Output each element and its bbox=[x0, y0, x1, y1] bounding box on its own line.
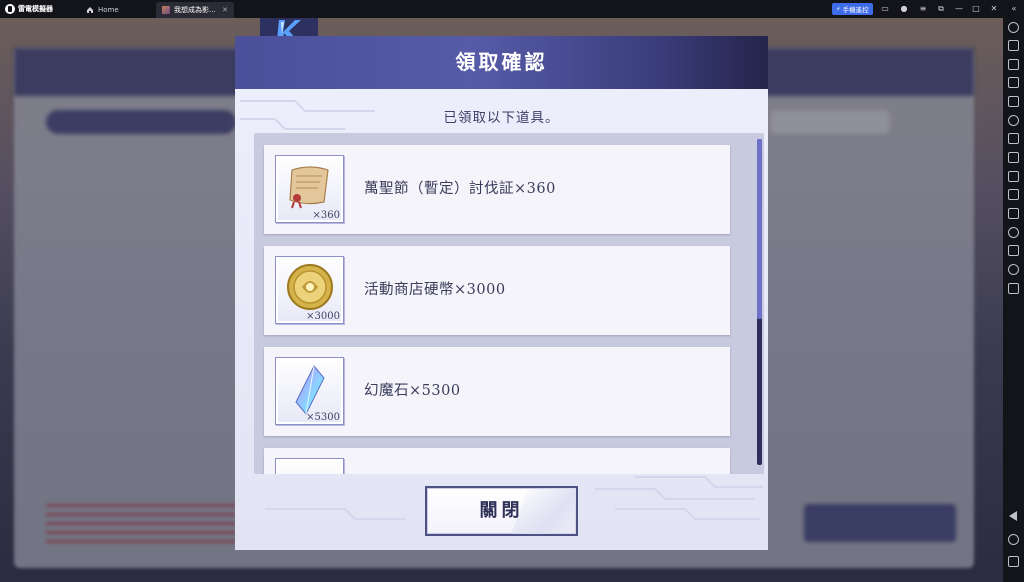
volume-down-icon[interactable] bbox=[1008, 77, 1019, 88]
reward-icon-frame bbox=[275, 458, 344, 474]
location-icon[interactable] bbox=[1008, 264, 1019, 275]
volume-up-icon[interactable] bbox=[1008, 59, 1019, 70]
reward-icon-frame: ×5300 bbox=[275, 357, 344, 425]
shake-icon[interactable] bbox=[1008, 283, 1019, 294]
emulator-titlebar: 雷電模擬器 Home 我想成為影... ✕ ⚡ 手機遙控 ▭ ● ≡ ⧉ — □… bbox=[0, 0, 1024, 18]
coin-icon bbox=[287, 264, 333, 310]
record-icon[interactable] bbox=[1008, 189, 1019, 200]
game-thumbnail-icon bbox=[162, 6, 170, 14]
scrollbar[interactable] bbox=[757, 139, 762, 465]
account-icon[interactable]: ● bbox=[899, 4, 909, 14]
close-button[interactable]: 關閉 bbox=[425, 486, 578, 536]
multi-instance-icon[interactable] bbox=[1008, 227, 1019, 238]
close-window-icon[interactable]: ✕ bbox=[989, 4, 999, 14]
tab-home[interactable]: Home bbox=[80, 2, 150, 18]
scrollbar-thumb[interactable] bbox=[757, 139, 762, 319]
macro-icon[interactable] bbox=[1008, 208, 1019, 219]
crystal-icon bbox=[295, 365, 325, 415]
menu-icon[interactable]: ≡ bbox=[918, 4, 928, 14]
recent-apps-icon[interactable] bbox=[1008, 556, 1019, 567]
list-item: ×360 萬聖節（暫定）討伐証×360 bbox=[264, 145, 730, 234]
gamepad-icon[interactable]: ▭ bbox=[880, 4, 890, 14]
folder-icon[interactable] bbox=[1008, 245, 1019, 256]
tab-home-label: Home bbox=[98, 6, 119, 14]
reward-count: ×3000 bbox=[306, 311, 340, 322]
dialog-title: 領取確認 bbox=[455, 50, 548, 74]
dialog-body: 已領取以下道具。 ×360 萬聖節（暫定）討伐証×360 ×3000 活動商店硬… bbox=[235, 89, 768, 550]
popout-icon[interactable]: ⧉ bbox=[936, 4, 946, 14]
collapse-sidebar-icon[interactable]: « bbox=[1009, 4, 1019, 14]
scroll-icon bbox=[289, 166, 329, 209]
ldplayer-logo-icon bbox=[5, 4, 15, 14]
reward-name: 萬聖節（暫定）討伐証×360 bbox=[364, 181, 556, 197]
screenshot-icon[interactable] bbox=[1008, 152, 1019, 163]
reward-list-viewport: ×360 萬聖節（暫定）討伐証×360 ×3000 活動商店硬幣×3000 ×5… bbox=[254, 133, 754, 474]
reward-name: 活動商店硬幣×3000 bbox=[364, 282, 506, 298]
sync-icon[interactable] bbox=[1008, 115, 1019, 126]
maximize-icon[interactable]: □ bbox=[971, 4, 981, 14]
emulator-sidebar bbox=[1003, 18, 1024, 582]
remote-control-label: 手機遙控 bbox=[842, 6, 869, 14]
reward-list[interactable]: ×360 萬聖節（暫定）討伐証×360 ×3000 活動商店硬幣×3000 ×5… bbox=[254, 133, 764, 474]
settings-icon[interactable] bbox=[1008, 22, 1019, 33]
app-name: 雷電模擬器 bbox=[18, 5, 53, 13]
back-icon[interactable] bbox=[1009, 511, 1017, 521]
home-icon bbox=[87, 7, 93, 13]
home-nav-icon[interactable] bbox=[1008, 534, 1019, 545]
tab-close-icon[interactable]: ✕ bbox=[222, 6, 228, 14]
list-item: ×3000 活動商店硬幣×3000 bbox=[264, 246, 730, 335]
list-item-partial bbox=[264, 448, 730, 474]
dialog-header: 領取確認 bbox=[235, 36, 768, 89]
tab-game[interactable]: 我想成為影... ✕ bbox=[156, 2, 234, 18]
app-logo: 雷電模擬器 bbox=[5, 3, 53, 15]
reward-count: ×360 bbox=[312, 210, 340, 221]
reward-name: 幻魔石×5300 bbox=[364, 383, 461, 399]
keyboard-icon[interactable] bbox=[1008, 40, 1019, 51]
close-button-label: 關閉 bbox=[479, 500, 524, 521]
dialog-subtitle: 已領取以下道具。 bbox=[443, 110, 560, 126]
claim-confirm-dialog: 領取確認 已領取以下道具。 ×360 萬聖節（暫定）討伐証×360 ×3000 … bbox=[235, 18, 768, 550]
reward-icon-frame: ×3000 bbox=[275, 256, 344, 324]
fullscreen-icon[interactable] bbox=[1008, 96, 1019, 107]
minimize-icon[interactable]: — bbox=[954, 4, 964, 14]
lightning-icon: ⚡ bbox=[836, 5, 841, 13]
install-apk-icon[interactable] bbox=[1008, 133, 1019, 144]
scissors-icon[interactable] bbox=[1008, 171, 1019, 182]
list-item: ×5300 幻魔石×5300 bbox=[264, 347, 730, 436]
reward-icon-frame: ×360 bbox=[275, 155, 344, 223]
tab-game-label: 我想成為影... bbox=[174, 6, 216, 14]
reward-count: ×5300 bbox=[306, 412, 340, 423]
remote-control-button[interactable]: ⚡ 手機遙控 bbox=[832, 3, 873, 15]
